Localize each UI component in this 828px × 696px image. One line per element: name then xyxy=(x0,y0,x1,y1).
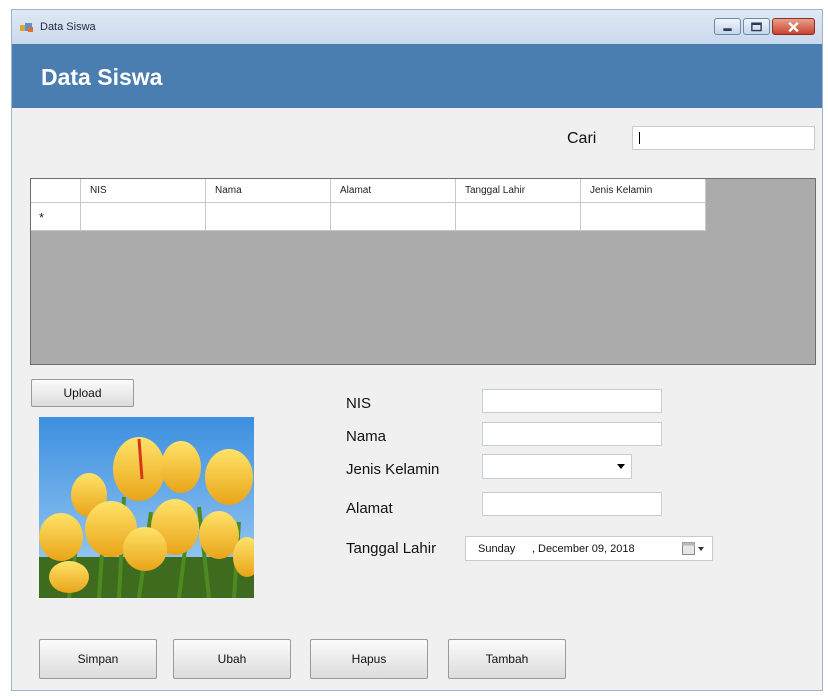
tanggal-lahir-label: Tanggal Lahir xyxy=(346,540,437,557)
close-button[interactable] xyxy=(772,18,815,35)
close-icon xyxy=(788,21,799,33)
grid-cell-jenis-kelamin[interactable] xyxy=(581,203,706,231)
jenis-kelamin-label: Jenis Kelamin xyxy=(346,461,440,478)
nis-label: NIS xyxy=(346,395,372,412)
alamat-label: Alamat xyxy=(346,500,393,517)
date-day-text: Sunday xyxy=(478,543,516,555)
grid-header: NIS Nama Alamat Tanggal Lahir Jenis Kela… xyxy=(31,179,706,203)
column-header-alamat[interactable]: Alamat xyxy=(331,179,456,203)
jenis-kelamin-select[interactable] xyxy=(482,454,632,479)
table-row[interactable]: * xyxy=(31,203,706,231)
date-text: December 09, 2018 xyxy=(538,543,635,555)
grid-corner-cell xyxy=(31,179,81,203)
window-title: Data Siswa xyxy=(40,21,96,33)
upload-button[interactable]: Upload xyxy=(31,379,134,407)
nama-label: Nama xyxy=(346,428,387,445)
text-caret xyxy=(639,132,640,144)
page-title: Data Siswa xyxy=(41,64,163,90)
maximize-button[interactable] xyxy=(743,18,770,35)
column-header-nama[interactable]: Nama xyxy=(206,179,331,203)
nis-field[interactable] xyxy=(482,389,662,413)
minimize-button[interactable] xyxy=(714,18,741,35)
maximize-icon xyxy=(751,22,762,32)
row-header-new[interactable]: * xyxy=(31,203,81,231)
hapus-button[interactable]: Hapus xyxy=(310,639,428,679)
data-grid[interactable]: NIS Nama Alamat Tanggal Lahir Jenis Kela… xyxy=(30,178,816,365)
ubah-button[interactable]: Ubah xyxy=(173,639,291,679)
tulip-photo xyxy=(39,417,254,598)
column-header-tanggal-lahir[interactable]: Tanggal Lahir xyxy=(456,179,581,203)
app-window: Data Siswa Data Siswa Cari NIS Nama Alam… xyxy=(11,9,823,691)
grid-cell-alamat[interactable] xyxy=(331,203,456,231)
header-banner: Data Siswa xyxy=(12,44,822,108)
simpan-button[interactable]: Simpan xyxy=(39,639,157,679)
search-label: Cari xyxy=(567,130,597,147)
nama-field[interactable] xyxy=(482,422,662,446)
date-separator: , xyxy=(532,543,536,555)
calendar-icon[interactable] xyxy=(682,542,695,555)
grid-cell-nama[interactable] xyxy=(206,203,331,231)
minimize-icon xyxy=(723,28,732,32)
grid-cell-tanggal-lahir[interactable] xyxy=(456,203,581,231)
title-bar[interactable]: Data Siswa xyxy=(12,10,822,44)
grid-cell-nis[interactable] xyxy=(81,203,206,231)
alamat-field[interactable] xyxy=(482,492,662,516)
column-header-nis[interactable]: NIS xyxy=(81,179,206,203)
search-input[interactable] xyxy=(632,126,815,150)
app-icon xyxy=(20,23,33,32)
tambah-button[interactable]: Tambah xyxy=(448,639,566,679)
chevron-down-icon[interactable] xyxy=(698,547,704,551)
column-header-jenis-kelamin[interactable]: Jenis Kelamin xyxy=(581,179,706,203)
chevron-down-icon xyxy=(617,464,625,469)
tanggal-lahir-datepicker[interactable]: Sunday , December 09, 2018 xyxy=(465,536,713,561)
